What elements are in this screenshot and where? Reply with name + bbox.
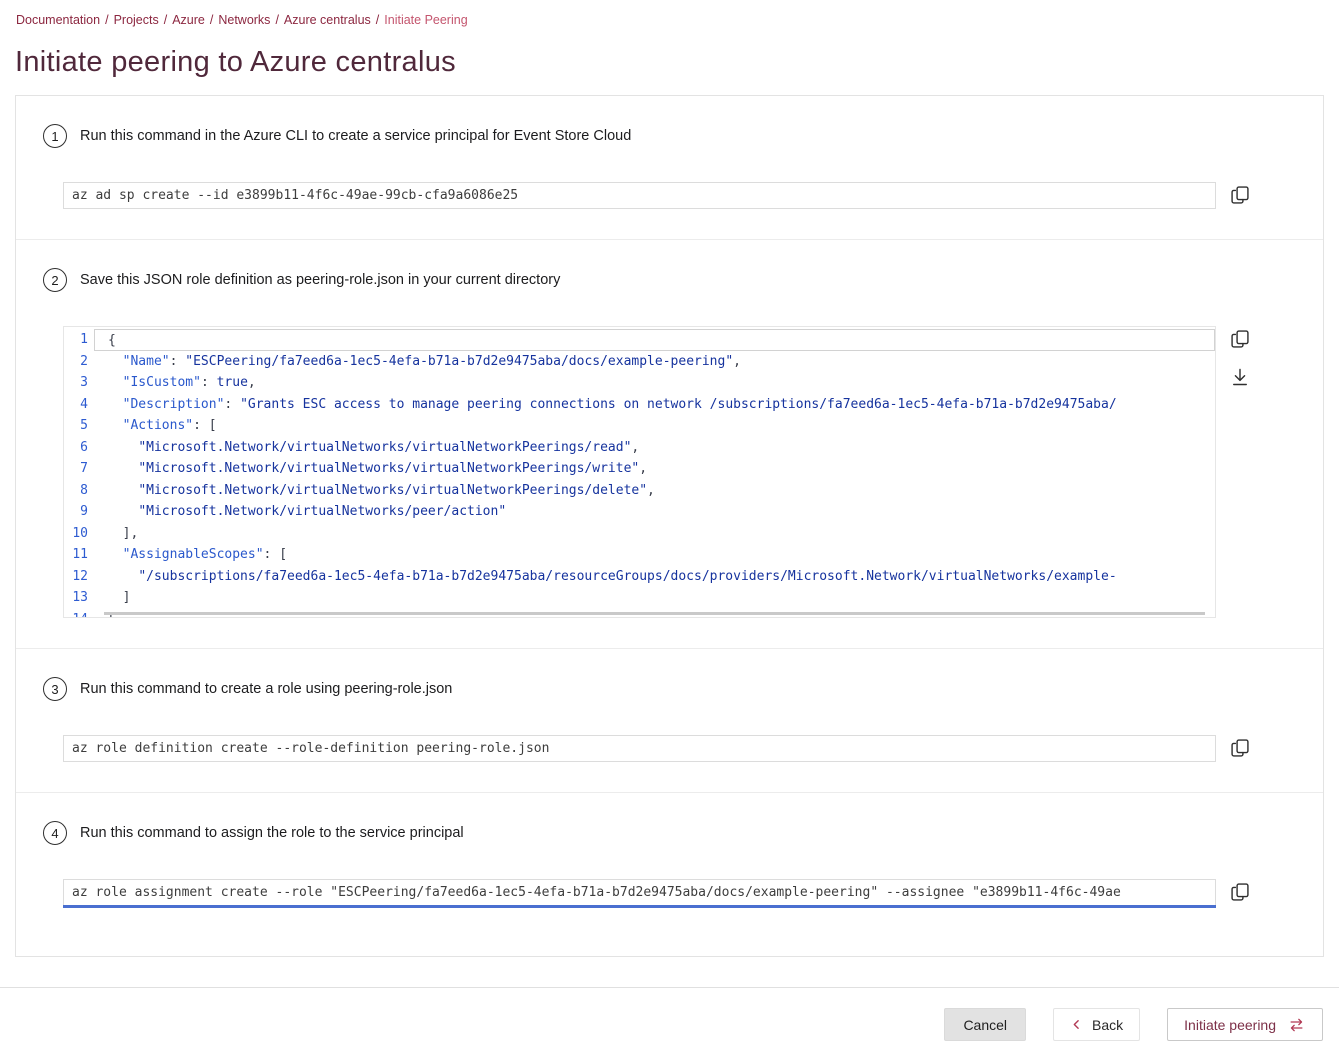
breadcrumb-current: Initiate Peering <box>384 13 467 27</box>
page-title: Initiate peering to Azure centralus <box>15 46 1339 79</box>
step-3-command-field[interactable]: az role definition create --role-definit… <box>63 735 1216 762</box>
json-editor-lines: 1{2 "Name": "ESCPeering/fa7eed6a-1ec5-4e… <box>64 329 1215 618</box>
editor-line-code: ], <box>94 523 1215 545</box>
editor-line-code: "IsCustom": true, <box>94 372 1215 394</box>
breadcrumb-separator: / <box>210 13 213 27</box>
step-4-section: 4 Run this command to assign the role to… <box>16 793 1323 956</box>
step-1-section: 1 Run this command in the Azure CLI to c… <box>16 96 1323 240</box>
json-editor[interactable]: 1{2 "Name": "ESCPeering/fa7eed6a-1ec5-4e… <box>63 326 1216 618</box>
initiate-peering-button[interactable]: Initiate peering <box>1167 1008 1323 1041</box>
copy-icon[interactable] <box>1229 737 1251 759</box>
editor-line: 4 "Description": "Grants ESC access to m… <box>64 394 1215 416</box>
editor-line: 3 "IsCustom": true, <box>64 372 1215 394</box>
editor-line-code: "AssignableScopes": [ <box>94 544 1215 566</box>
editor-line: 5 "Actions": [ <box>64 415 1215 437</box>
editor-line-code: "Name": "ESCPeering/fa7eed6a-1ec5-4efa-b… <box>94 351 1215 373</box>
editor-line-code: ] <box>94 587 1215 609</box>
step-2-description: Save this JSON role definition as peerin… <box>80 272 560 288</box>
step-1-command-field[interactable]: az ad sp create --id e3899b11-4f6c-49ae-… <box>63 182 1216 209</box>
editor-line-number: 6 <box>64 437 94 459</box>
breadcrumb-link[interactable]: Azure <box>172 13 205 27</box>
editor-line: 12 "/subscriptions/fa7eed6a-1ec5-4efa-b7… <box>64 566 1215 588</box>
copy-icon[interactable] <box>1229 328 1251 350</box>
cancel-button[interactable]: Cancel <box>944 1008 1026 1041</box>
editor-line-code: "Microsoft.Network/virtualNetworks/virtu… <box>94 480 1215 502</box>
breadcrumb-link[interactable]: Projects <box>114 13 159 27</box>
initiate-peering-page: Documentation / Projects / Azure / Networks / Az… <box>0 0 1339 1057</box>
editor-line: 11 "AssignableScopes": [ <box>64 544 1215 566</box>
editor-line-code: "Description": "Grants ESC access to man… <box>94 394 1215 416</box>
editor-line-code: "Actions": [ <box>94 415 1215 437</box>
breadcrumb-separator: / <box>105 13 108 27</box>
step-3-section: 3 Run this command to create a role usin… <box>16 649 1323 793</box>
editor-line-number: 5 <box>64 415 94 437</box>
download-icon[interactable] <box>1229 366 1251 388</box>
back-button-label: Back <box>1092 1017 1123 1033</box>
editor-horizontal-scrollbar[interactable] <box>104 612 1205 615</box>
editor-line-number: 4 <box>64 394 94 416</box>
editor-line-number: 8 <box>64 480 94 502</box>
editor-line-code: { <box>94 329 1215 351</box>
chevron-left-icon <box>1070 1018 1083 1031</box>
editor-line: 10 ], <box>64 523 1215 545</box>
editor-line-number: 1 <box>64 329 94 351</box>
editor-line-code: "Microsoft.Network/virtualNetworks/peer/… <box>94 501 1215 523</box>
step-2-badge: 2 <box>43 268 67 292</box>
editor-line: 2 "Name": "ESCPeering/fa7eed6a-1ec5-4efa… <box>64 351 1215 373</box>
editor-line-number: 12 <box>64 566 94 588</box>
editor-line-number: 9 <box>64 501 94 523</box>
editor-line-code: "Microsoft.Network/virtualNetworks/virtu… <box>94 458 1215 480</box>
breadcrumb: Documentation / Projects / Azure / Networks / Az… <box>0 0 1339 27</box>
breadcrumb-separator: / <box>164 13 167 27</box>
swap-arrows-icon <box>1287 1017 1306 1033</box>
step-3-description: Run this command to create a role using … <box>80 681 452 697</box>
editor-line-number: 14 <box>64 609 94 619</box>
breadcrumb-separator: / <box>376 13 379 27</box>
wizard-card: 1 Run this command in the Azure CLI to c… <box>15 95 1324 957</box>
breadcrumb-link[interactable]: Documentation <box>16 13 100 27</box>
editor-line: 13 ] <box>64 587 1215 609</box>
step-1-badge: 1 <box>43 124 67 148</box>
breadcrumb-link[interactable]: Azure centralus <box>284 13 371 27</box>
step-2-section: 2 Save this JSON role definition as peer… <box>16 240 1323 649</box>
command-horizontal-scrollbar[interactable] <box>63 905 1216 908</box>
editor-line: 7 "Microsoft.Network/virtualNetworks/vir… <box>64 458 1215 480</box>
editor-line: 6 "Microsoft.Network/virtualNetworks/vir… <box>64 437 1215 459</box>
back-button[interactable]: Back <box>1053 1008 1140 1041</box>
editor-line-number: 7 <box>64 458 94 480</box>
copy-icon[interactable] <box>1229 881 1251 903</box>
copy-icon[interactable] <box>1229 184 1251 206</box>
editor-line: 8 "Microsoft.Network/virtualNetworks/vir… <box>64 480 1215 502</box>
breadcrumb-link[interactable]: Networks <box>218 13 270 27</box>
editor-line-number: 11 <box>64 544 94 566</box>
step-4-command-field[interactable]: az role assignment create --role "ESCPee… <box>63 879 1216 906</box>
editor-line-number: 10 <box>64 523 94 545</box>
editor-line-number: 13 <box>64 587 94 609</box>
step-4-badge: 4 <box>43 821 67 845</box>
footer-actions: Cancel Back Initiate peering <box>0 988 1339 1041</box>
initiate-peering-label: Initiate peering <box>1184 1017 1276 1033</box>
editor-line: 9 "Microsoft.Network/virtualNetworks/pee… <box>64 501 1215 523</box>
editor-line-code: "Microsoft.Network/virtualNetworks/virtu… <box>94 437 1215 459</box>
editor-line-code: "/subscriptions/fa7eed6a-1ec5-4efa-b71a-… <box>94 566 1215 588</box>
step-1-description: Run this command in the Azure CLI to cre… <box>80 128 631 144</box>
step-3-badge: 3 <box>43 677 67 701</box>
editor-line: 1{ <box>64 329 1215 351</box>
editor-line-number: 3 <box>64 372 94 394</box>
step-4-description: Run this command to assign the role to t… <box>80 825 464 841</box>
editor-line-number: 2 <box>64 351 94 373</box>
breadcrumb-separator: / <box>275 13 278 27</box>
